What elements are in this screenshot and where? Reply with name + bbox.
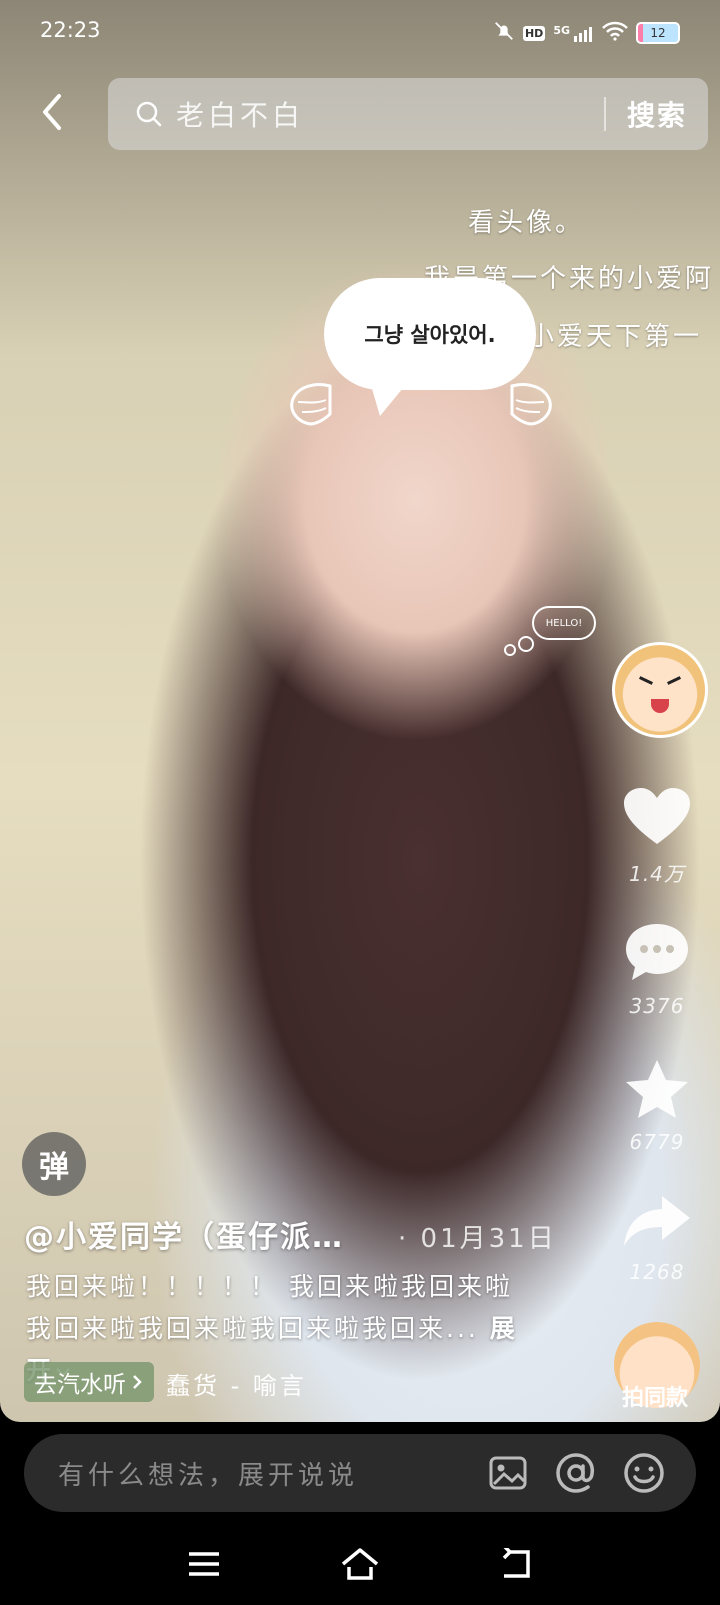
- shoot-same-style-button[interactable]: 拍同款: [622, 1380, 688, 1412]
- battery-level: 12: [650, 26, 666, 40]
- back-button[interactable]: [30, 90, 74, 134]
- speech-bubble: 그냥 살아있어.: [324, 278, 536, 416]
- mention-icon[interactable]: [548, 1445, 604, 1501]
- like-count: 1.4万: [629, 862, 685, 886]
- thought-dot-small: [504, 644, 516, 656]
- comment-icon: [626, 924, 688, 980]
- creator-avatar[interactable]: [612, 642, 708, 738]
- search-button[interactable]: 搜索: [606, 94, 708, 134]
- video-player[interactable]: 22:23 HD 5G 12 老白不白 搜索 看头像。 我是第一个来的小爱阿 小…: [0, 0, 720, 1422]
- back-nav-button[interactable]: [496, 1544, 536, 1584]
- overlay-caption-1: 看头像。: [468, 208, 585, 238]
- favorite-button[interactable]: 6779: [612, 1058, 702, 1154]
- home-nav-button[interactable]: [340, 1544, 380, 1584]
- author-name[interactable]: @小爱同学（蛋仔派…: [24, 1212, 344, 1256]
- description-text: 我回来啦！！！！！ 我回来啦我回来啦我回来啦我回来啦我回来啦我回来...: [26, 1272, 513, 1343]
- thought-dot-large: [518, 636, 534, 652]
- comment-input[interactable]: 有什么想法，展开说说: [58, 1455, 480, 1492]
- search-box[interactable]: 老白不白 搜索: [108, 78, 708, 150]
- wing-left-icon: [290, 383, 332, 426]
- system-nav-bar: [0, 1522, 720, 1605]
- star-icon: [626, 1060, 688, 1118]
- danmaku-toggle[interactable]: 弹: [22, 1132, 86, 1196]
- listen-on-qishui-button[interactable]: 去汽水听: [24, 1362, 154, 1402]
- overlay-caption-3: 小爱天下第一: [528, 322, 703, 352]
- share-icon: [624, 1196, 690, 1246]
- status-bar: 22:23 HD 5G 12: [0, 0, 720, 64]
- search-icon: [134, 99, 164, 129]
- speech-bubble-text: 그냥 살아있어.: [364, 323, 496, 347]
- song-title[interactable]: 蠢货 - 喻言: [166, 1366, 307, 1401]
- listen-label: 去汽水听: [34, 1372, 126, 1398]
- status-icons: HD 5G 12: [493, 20, 680, 46]
- like-button[interactable]: 1.4万: [612, 786, 702, 887]
- comment-button[interactable]: 3376: [612, 922, 702, 1018]
- mute-icon: [493, 20, 515, 46]
- hd-badge: HD: [522, 25, 546, 41]
- battery-icon: 12: [636, 22, 680, 44]
- hello-cloud: HELLO!: [532, 606, 596, 640]
- emoji-icon[interactable]: [616, 1445, 672, 1501]
- network-type: 5G: [553, 24, 570, 37]
- share-count: 1268: [629, 1260, 685, 1284]
- chevron-right-icon: [133, 1375, 142, 1389]
- post-date: · 01月31日: [398, 1224, 557, 1254]
- wing-right-icon: [510, 383, 552, 426]
- comment-input-bar[interactable]: 有什么想法，展开说说: [24, 1434, 696, 1512]
- wifi-icon: [602, 21, 628, 45]
- status-time: 22:23: [40, 18, 101, 42]
- menu-nav-button[interactable]: [184, 1544, 224, 1584]
- signal-icon: 5G: [553, 24, 594, 42]
- share-button[interactable]: 1268: [612, 1192, 702, 1284]
- comment-count: 3376: [629, 994, 685, 1018]
- hello-text: HELLO!: [545, 617, 583, 629]
- search-input[interactable]: 老白不白: [176, 94, 604, 134]
- favorite-count: 6779: [629, 1130, 685, 1154]
- heart-icon: [624, 788, 690, 844]
- search-header: 老白不白 搜索: [0, 78, 720, 150]
- image-icon[interactable]: [480, 1445, 536, 1501]
